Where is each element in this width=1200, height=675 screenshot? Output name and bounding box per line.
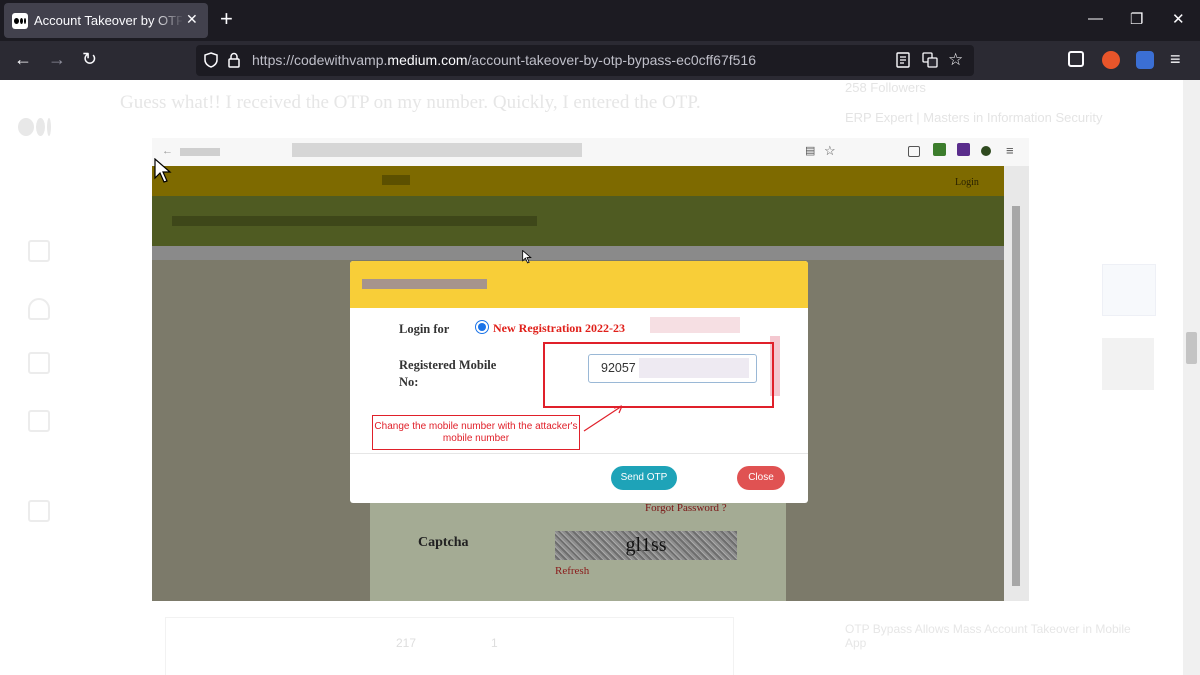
- new-tab-button[interactable]: +: [220, 8, 233, 30]
- inner-star-icon: ☆: [824, 143, 836, 158]
- url-path: /account-takeover-by-otp-bypass-ec0cff67…: [467, 52, 757, 68]
- redacted-banner-text: [172, 216, 537, 226]
- sidebar-thumbnail[interactable]: [1102, 264, 1156, 316]
- window-close-icon[interactable]: ✕: [1172, 10, 1185, 28]
- url-text: https://codewithvamp.medium.com/account-…: [252, 52, 756, 68]
- restore-icon[interactable]: ❐: [1130, 10, 1143, 28]
- send-otp-button: Send OTP: [611, 466, 677, 490]
- redacted-url: [180, 148, 220, 156]
- tab-bar: Account Takeover by OTP bypass ✕ + — ❐ ✕: [0, 0, 1200, 41]
- article-image-screenshot: ← ▤ ☆ ≡ Login Forgot Password ? Captcha: [152, 138, 1029, 601]
- translate-icon[interactable]: [922, 52, 938, 71]
- author-followers[interactable]: 258 Followers: [845, 80, 926, 95]
- navigation-bar: ← → ↻ https://codewithvamp.medium.com/ac…: [0, 41, 1200, 80]
- inner-scrollbar: [1004, 166, 1029, 601]
- inner-pocket-icon: [908, 146, 920, 157]
- lock-icon[interactable]: [228, 52, 240, 71]
- menu-icon[interactable]: ≡: [1170, 49, 1181, 69]
- page-scrollbar-thumb[interactable]: [1186, 332, 1197, 364]
- annotation-callout: Change the mobile number with the attack…: [372, 415, 580, 450]
- mobile-label-line1: Registered Mobile: [399, 358, 497, 372]
- author-bio: ERP Expert | Masters in Information Secu…: [845, 110, 1103, 125]
- active-tab[interactable]: Account Takeover by OTP bypass ✕: [4, 3, 208, 38]
- redacted-logo: [382, 175, 410, 185]
- site-divider: [152, 246, 1004, 260]
- page-scrollbar[interactable]: [1183, 80, 1200, 675]
- login-form-behind: Forgot Password ? Captcha gl1ss Refresh: [370, 498, 786, 601]
- url-host: medium.com: [387, 52, 468, 68]
- inner-extension-icon: [957, 143, 970, 156]
- otp-modal: Login for New Registration 2022-23 Regis…: [350, 261, 808, 503]
- inner-extension-icon: [981, 146, 991, 156]
- home-icon[interactable]: [28, 240, 50, 262]
- stories-icon[interactable]: [28, 410, 50, 432]
- captcha-image: gl1ss: [555, 531, 737, 560]
- redacted-option: [650, 317, 740, 333]
- reader-view-icon[interactable]: [896, 52, 910, 71]
- related-article-title[interactable]: OTP Bypass Allows Mass Account Takeover …: [845, 622, 1135, 650]
- small-cursor-icon: [522, 250, 532, 264]
- notifications-icon[interactable]: [28, 298, 50, 320]
- close-button: Close: [737, 466, 785, 490]
- modal-footer-divider: [350, 453, 808, 454]
- medium-favicon-icon: [12, 13, 28, 29]
- login-for-label: Login for: [399, 322, 450, 336]
- back-arrow-icon[interactable]: ←: [14, 49, 32, 69]
- shield-icon[interactable]: [204, 52, 218, 71]
- inner-browser-bar: ← ▤ ☆ ≡: [152, 138, 1029, 166]
- article-page: Guess what!! I received the OTP on my nu…: [0, 80, 1200, 675]
- inner-scrollbar-thumb: [1012, 206, 1020, 586]
- forgot-password-link: Forgot Password ?: [645, 502, 727, 514]
- forward-arrow-icon[interactable]: →: [48, 49, 66, 69]
- write-icon[interactable]: [28, 500, 50, 522]
- captcha-refresh-link: Refresh: [555, 565, 590, 577]
- pocket-icon[interactable]: [1068, 51, 1084, 67]
- bookmark-star-icon[interactable]: ☆: [948, 50, 963, 70]
- new-registration-label: New Registration 2022-23: [493, 321, 625, 335]
- captcha-text: gl1ss: [625, 534, 667, 556]
- reload-icon[interactable]: ↻: [82, 49, 97, 69]
- lists-icon[interactable]: [28, 352, 50, 374]
- url-prefix: https://codewithvamp.: [252, 52, 388, 68]
- site-login-link: Login: [955, 177, 979, 188]
- inner-menu-icon: ≡: [1006, 143, 1014, 158]
- new-registration-radio: [475, 320, 489, 334]
- mouse-cursor-icon: [154, 158, 172, 183]
- sidebar-thumbnail[interactable]: [1102, 338, 1154, 390]
- inner-extension-icon: [933, 143, 946, 156]
- extension-fox-icon[interactable]: [1102, 51, 1120, 69]
- medium-logo-icon[interactable]: [18, 118, 51, 141]
- url-bar[interactable]: https://codewithvamp.medium.com/account-…: [196, 45, 974, 76]
- redacted-url: [292, 143, 582, 157]
- captcha-label: Captcha: [418, 535, 469, 550]
- inner-back-icon: ←: [162, 145, 173, 157]
- site-header: Login: [152, 166, 1004, 196]
- extension-translate-icon[interactable]: [1136, 51, 1154, 69]
- clap-card: 217 1: [165, 617, 734, 675]
- annotation-highlight-box: [543, 342, 774, 408]
- tab-title-fade: [154, 6, 184, 36]
- annotation-arrow: [583, 405, 623, 432]
- comment-count[interactable]: 1: [491, 636, 498, 650]
- site-banner: [152, 196, 1004, 246]
- clap-count[interactable]: 217: [396, 636, 416, 650]
- redacted-modal-title: [362, 279, 487, 289]
- article-text-line: Guess what!! I received the OTP on my nu…: [120, 92, 701, 113]
- mobile-label-line2: No:: [399, 375, 419, 389]
- modal-header: [350, 261, 808, 308]
- inner-reader-icon: ▤: [805, 145, 816, 157]
- minimize-icon[interactable]: —: [1088, 10, 1103, 27]
- tab-close-icon[interactable]: ✕: [186, 11, 198, 28]
